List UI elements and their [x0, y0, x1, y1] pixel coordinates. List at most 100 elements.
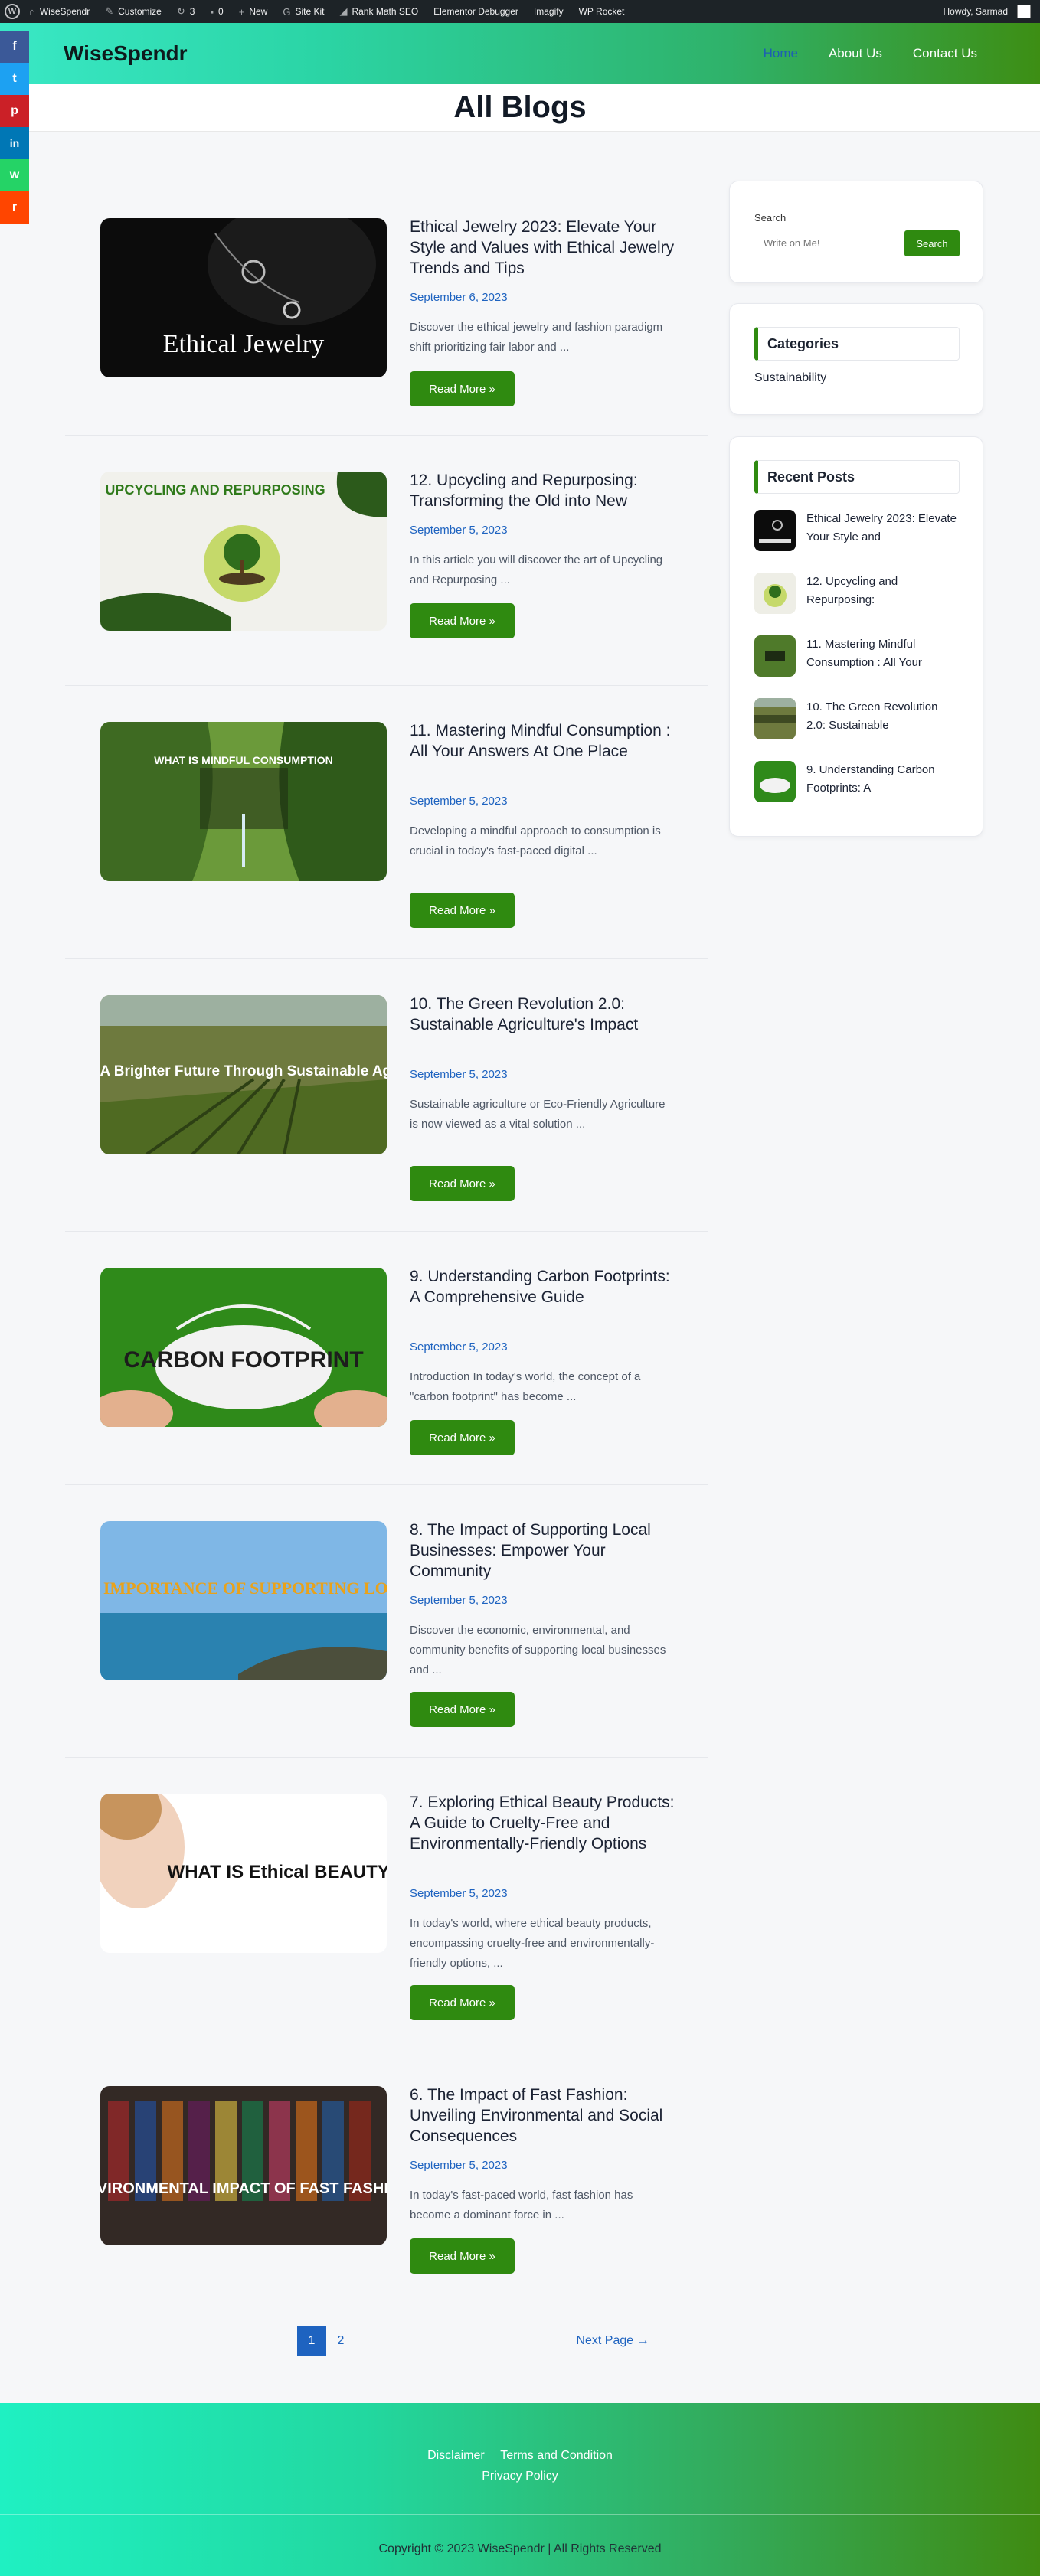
admin-elementor-debugger[interactable]: Elementor Debugger [433, 6, 518, 17]
nav-home[interactable]: Home [764, 46, 798, 61]
reddit-share-icon[interactable]: r [0, 191, 29, 224]
post-thumbnail[interactable]: WHAT IS MINDFUL CONSUMPTION [100, 722, 387, 881]
post-date[interactable]: September 5, 2023 [410, 1594, 508, 1607]
post-date[interactable]: September 5, 2023 [410, 1340, 508, 1353]
post-thumbnail[interactable]: WHAT IS Ethical BEAUTY? [100, 1794, 387, 1953]
post-excerpt: In today's fast-paced world, fast fashio… [410, 2189, 633, 2222]
post-title[interactable]: 6. The Impact of Fast Fashion: Unveiling… [410, 2085, 678, 2147]
next-page-link[interactable]: Next Page → [563, 2326, 662, 2356]
post-excerpt: In this article you will discover the ar… [410, 553, 663, 586]
post-title[interactable]: 8. The Impact of Supporting Local Busine… [410, 1520, 678, 1582]
plus-icon: + [238, 5, 245, 18]
footer-disclaimer-link[interactable]: Disclaimer [427, 2449, 485, 2462]
recent-post-title: Ethical Jewelry 2023: Elevate Your Style… [806, 512, 957, 544]
post-date[interactable]: September 5, 2023 [410, 795, 508, 808]
thumb-caption: Growing A Brighter Future Through Sustai… [100, 1063, 387, 1079]
read-more-button[interactable]: Read More » [410, 371, 515, 406]
site-logo[interactable]: WiseSpendr [64, 41, 188, 66]
refresh-icon: ↻ [176, 5, 185, 17]
post-thumbnail[interactable]: CARBON FOOTPRINT [100, 1268, 387, 1427]
recent-post-title: 12. Upcycling and Repurposing: [806, 575, 898, 606]
post-thumbnail[interactable]: ENVIRONMENTAL IMPACT OF FAST FASHION [100, 2086, 387, 2245]
post-date[interactable]: September 6, 2023 [410, 291, 508, 304]
post-title[interactable]: 9. Understanding Carbon Footprints: A Co… [410, 1266, 678, 1308]
recent-post-title: 11. Mastering Mindful Consumption : All … [806, 638, 922, 669]
post-title[interactable]: 12. Upcycling and Repurposing: Transform… [410, 470, 678, 511]
admin-account[interactable]: Howdy, Sarmad [944, 5, 1031, 18]
post-date[interactable]: September 5, 2023 [410, 2159, 508, 2172]
recent-post-thumb [754, 761, 796, 802]
post-date[interactable]: September 5, 2023 [410, 1887, 508, 1900]
read-more-button[interactable]: Read More » [410, 1985, 515, 2020]
pagination: 1 2 Next Page → [65, 2326, 708, 2356]
recent-post-item[interactable]: 12. Upcycling and Repurposing: [754, 573, 969, 615]
admin-wp-rocket[interactable]: WP Rocket [579, 6, 625, 17]
admin-updates[interactable]: ↻ 3 [177, 5, 195, 18]
recent-post-title: 9. Understanding Carbon Footprints: A [806, 763, 935, 795]
search-input[interactable] [754, 230, 897, 256]
read-more-button[interactable]: Read More » [410, 1166, 515, 1201]
recent-post-thumb [754, 698, 796, 739]
comment-icon: ▪ [210, 5, 214, 18]
post-card: THE IMPORTANCE OF SUPPORTING LOCAL 8. Th… [65, 1485, 708, 1758]
admin-rank-math[interactable]: ◢ Rank Math SEO [339, 5, 418, 18]
social-share-bar: f t p in w r [0, 31, 29, 224]
admin-customize[interactable]: ✎ Customize [105, 5, 162, 18]
footer-privacy-link[interactable]: Privacy Policy [482, 2470, 558, 2483]
post-excerpt: Introduction In today's world, the conce… [410, 1370, 641, 1403]
nav-contact-us[interactable]: Contact Us [913, 46, 977, 61]
read-more-button[interactable]: Read More » [410, 893, 515, 928]
post-thumbnail[interactable]: Ethical Jewelry [100, 218, 387, 377]
footer-terms-link[interactable]: Terms and Condition [500, 2449, 613, 2462]
admin-bar: W ⌂ WiseSpendr ✎ Customize ↻ 3 ▪ 0 + New G Sit… [0, 0, 1040, 23]
read-more-button[interactable]: Read More » [410, 1420, 515, 1455]
whatsapp-share-icon[interactable]: w [0, 159, 29, 191]
read-more-button[interactable]: Read More » [410, 1692, 515, 1727]
post-date[interactable]: September 5, 2023 [410, 524, 508, 537]
page-title-bar: All Blogs [0, 84, 1040, 132]
read-more-button[interactable]: Read More » [410, 603, 515, 638]
linkedin-share-icon[interactable]: in [0, 127, 29, 159]
search-label: Search [754, 212, 787, 224]
search-button[interactable]: Search [904, 230, 960, 256]
post-date[interactable]: September 5, 2023 [410, 1068, 508, 1081]
admin-comments[interactable]: ▪ 0 [210, 6, 223, 18]
post-thumbnail[interactable]: THE IMPORTANCE OF SUPPORTING LOCAL [100, 1521, 387, 1680]
read-more-button[interactable]: Read More » [410, 2238, 515, 2274]
facebook-share-icon[interactable]: f [0, 31, 29, 63]
pinterest-share-icon[interactable]: p [0, 95, 29, 127]
site-footer: Disclaimer Terms and Condition Privacy P… [0, 2403, 1040, 2576]
search-widget: Search Search [729, 181, 983, 283]
post-title[interactable]: 11. Mastering Mindful Consumption : All … [410, 720, 678, 762]
thumb-caption: CARBON FOOTPRINT [123, 1347, 363, 1373]
post-card: CARBON FOOTPRINT 9. Understanding Carbon… [65, 1232, 708, 1485]
recent-post-item[interactable]: 10. The Green Revolution 2.0: Sustainabl… [754, 698, 969, 741]
post-thumbnail[interactable]: Growing A Brighter Future Through Sustai… [100, 995, 387, 1154]
recent-post-thumb [754, 510, 796, 551]
admin-imagify[interactable]: Imagify [534, 6, 564, 17]
recent-post-item[interactable]: 9. Understanding Carbon Footprints: A [754, 761, 969, 804]
recent-post-item[interactable]: 11. Mastering Mindful Consumption : All … [754, 635, 969, 678]
admin-site-name[interactable]: ⌂ WiseSpendr [29, 6, 90, 18]
post-title[interactable]: 10. The Green Revolution 2.0: Sustainabl… [410, 994, 678, 1035]
post-excerpt: Sustainable agriculture or Eco-Friendly … [410, 1098, 666, 1131]
post-title[interactable]: Ethical Jewelry 2023: Elevate Your Style… [410, 217, 678, 279]
home-icon: ⌂ [29, 5, 35, 18]
post-excerpt: Discover the ethical jewelry and fashion… [410, 321, 663, 354]
category-link[interactable]: Sustainability [754, 371, 826, 385]
post-title[interactable]: 7. Exploring Ethical Beauty Products: A … [410, 1792, 678, 1854]
post-excerpt: In today's world, where ethical beauty p… [410, 1917, 655, 1970]
admin-new[interactable]: + New [239, 6, 268, 18]
wordpress-logo-icon[interactable]: W [5, 4, 20, 19]
nav-about-us[interactable]: About Us [829, 46, 882, 61]
post-excerpt: Discover the economic, environmental, an… [410, 1624, 666, 1677]
recent-post-thumb [754, 635, 796, 677]
page-1-button[interactable]: 1 [297, 2326, 326, 2356]
recent-post-item[interactable]: Ethical Jewelry 2023: Elevate Your Style… [754, 510, 969, 553]
admin-site-kit[interactable]: G Site Kit [283, 6, 324, 18]
page-2-link[interactable]: 2 [326, 2326, 355, 2356]
sidebar: Search Search Categories Sustainability … [729, 181, 983, 837]
twitter-share-icon[interactable]: t [0, 63, 29, 95]
post-thumbnail[interactable]: UPCYCLING AND REPURPOSING [100, 472, 387, 631]
categories-title: Categories [754, 327, 960, 361]
